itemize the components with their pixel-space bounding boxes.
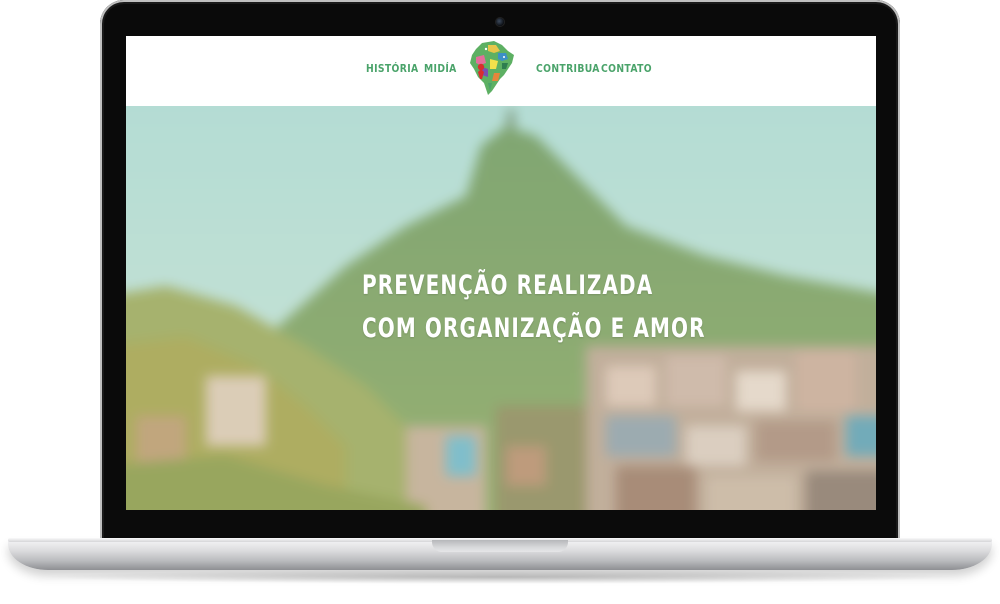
nav-link-historia[interactable]: HISTÓRIA <box>366 63 419 75</box>
laptop-notch <box>432 540 568 552</box>
nav-link-contribua[interactable]: CONTRIBUA <box>536 63 600 75</box>
camera-icon <box>496 18 504 26</box>
hero-title-line-2: COM ORGANIZAÇÃO E AMOR <box>362 313 706 344</box>
site-header: HISTÓRIA MIDÍA CONTRIBUA CONTATO <box>126 36 876 106</box>
laptop-shadow <box>40 570 960 584</box>
brazil-map-logo-icon[interactable] <box>468 39 516 97</box>
laptop-mockup: HISTÓRIA MIDÍA CONTRIBUA CONTATO PREVENÇ… <box>0 0 1000 604</box>
website-screen: HISTÓRIA MIDÍA CONTRIBUA CONTATO PREVENÇ… <box>126 36 876 510</box>
nav-link-contato[interactable]: CONTATO <box>601 63 652 75</box>
laptop-bottom-bezel <box>104 510 896 540</box>
hero-title: PREVENÇÃO REALIZADA COM ORGANIZAÇÃO E AM… <box>362 264 706 350</box>
hero-section: PREVENÇÃO REALIZADA COM ORGANIZAÇÃO E AM… <box>126 106 876 510</box>
nav-link-midia[interactable]: MIDÍA <box>424 63 457 75</box>
hero-title-line-1: PREVENÇÃO REALIZADA <box>362 270 654 301</box>
